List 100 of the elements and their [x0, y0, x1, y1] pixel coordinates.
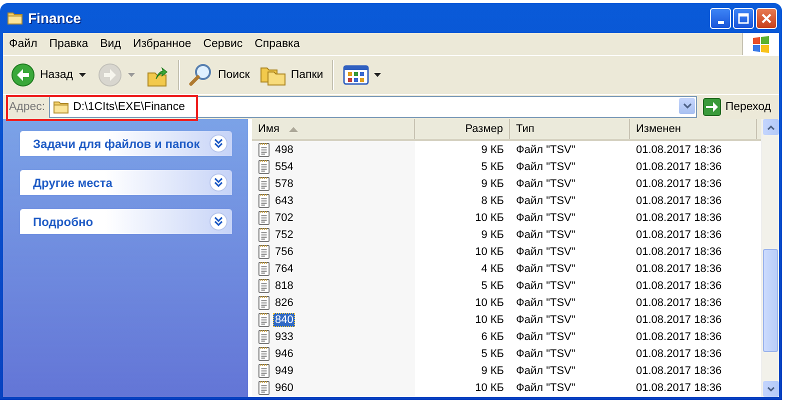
file-name[interactable]: 643: [273, 194, 296, 208]
file-name[interactable]: 498: [273, 142, 296, 156]
file-name[interactable]: 826: [273, 296, 296, 310]
document-icon: [258, 346, 270, 361]
table-cell[interactable]: 643: [252, 192, 415, 209]
panel-header[interactable]: Другие места: [20, 170, 232, 195]
panel-header[interactable]: Подробно: [20, 209, 232, 234]
table-cell[interactable]: 702: [252, 209, 415, 226]
chevron-up-icon: [767, 124, 775, 130]
table-cell-text: 8 КБ: [480, 194, 505, 208]
table-cell-text: Файл "TSV": [515, 364, 576, 378]
table-cell-text: 01.08.2017 18:36: [635, 142, 723, 158]
table-cell-text: Файл "TSV": [515, 296, 576, 310]
table-cell-text: Файл "TSV": [515, 176, 576, 192]
sort-arrow-icon: [289, 126, 298, 132]
table-cell[interactable]: 933: [252, 328, 415, 345]
go-button[interactable]: Переход: [697, 98, 779, 116]
folder-icon: [53, 100, 70, 114]
table-cell-text: 01.08.2017 18:36: [635, 244, 723, 260]
table-cell[interactable]: 554: [252, 158, 415, 175]
caret-icon: [78, 73, 86, 77]
file-name[interactable]: 554: [273, 160, 296, 174]
file-name[interactable]: 818: [273, 278, 296, 292]
column-header[interactable]: Тип: [510, 119, 630, 139]
table-cell[interactable]: 752: [252, 226, 415, 243]
table-cell-text: 01.08.2017 18:36: [635, 160, 723, 174]
document-icon: [258, 210, 270, 225]
windows-logo-icon: [751, 35, 771, 53]
address-label: Адрес:: [8, 101, 46, 113]
file-name[interactable]: 752: [273, 228, 296, 242]
table-cell-text: 01.08.2017 18:36: [635, 380, 723, 396]
document-icon: [258, 142, 270, 157]
maximize-button[interactable]: [733, 8, 754, 28]
document-icon: [258, 227, 270, 242]
close-icon: [761, 12, 772, 24]
menu-item[interactable]: Вид: [94, 38, 127, 50]
column-header[interactable]: Изменен: [630, 119, 757, 139]
folders-button[interactable]: Папки: [256, 62, 328, 88]
address-field[interactable]: D:\1CIts\EXE\Finance: [49, 96, 698, 118]
table-cell-text: 10 КБ: [474, 244, 505, 260]
scroll-down-button[interactable]: [763, 381, 779, 397]
table-cell-text: 9 КБ: [480, 142, 505, 158]
minimize-icon: [718, 20, 724, 24]
table-cell-text: 01.08.2017 18:36: [635, 330, 723, 344]
table-cell-text: Файл "TSV": [515, 346, 576, 362]
scroll-thumb[interactable]: [763, 249, 778, 352]
file-name[interactable]: 756: [273, 244, 296, 258]
search-icon: [188, 63, 213, 87]
table-cell-text: Файл "TSV": [515, 194, 576, 208]
column-header[interactable]: Имя: [252, 119, 415, 139]
table-cell-text: 01.08.2017 18:36: [635, 210, 723, 226]
search-button[interactable]: Поиск: [184, 61, 254, 89]
document-icon: [258, 261, 270, 276]
menu-item[interactable]: Сервис: [197, 38, 249, 50]
table-cell-text: 9 КБ: [480, 176, 505, 192]
back-button[interactable]: Назад: [7, 61, 77, 89]
document-icon: [258, 329, 270, 344]
table-cell[interactable]: 826: [252, 294, 415, 311]
menu-item[interactable]: Избранное: [126, 38, 198, 50]
table-cell-text: Файл "TSV": [515, 312, 576, 328]
file-name[interactable]: 949: [273, 364, 296, 378]
document-icon: [258, 244, 270, 259]
file-name[interactable]: 960: [273, 380, 296, 394]
column-header[interactable]: Размер: [415, 119, 510, 139]
panel-header[interactable]: Задачи для файлов и папок: [20, 131, 232, 156]
file-name[interactable]: 578: [273, 176, 296, 190]
file-name[interactable]: 840: [273, 312, 296, 326]
table-cell-text: 01.08.2017 18:36: [635, 312, 723, 328]
table-cell[interactable]: 818: [252, 277, 415, 294]
chevron-down-icon: [767, 386, 775, 392]
menu-item[interactable]: Правка: [43, 38, 94, 50]
table-cell[interactable]: 949: [252, 362, 415, 379]
file-name[interactable]: 702: [273, 210, 296, 224]
menu-item[interactable]: Файл: [3, 38, 44, 50]
table-cell[interactable]: 764: [252, 260, 415, 277]
table-cell-text: Файл "TSV": [515, 380, 576, 396]
file-name[interactable]: 933: [273, 330, 296, 344]
table-cell[interactable]: 498: [252, 141, 415, 158]
document-icon: [258, 363, 270, 378]
document-icon: [258, 159, 270, 174]
table-cell-text: 5 КБ: [480, 160, 505, 174]
file-name[interactable]: 764: [273, 262, 296, 276]
table-cell[interactable]: 946: [252, 345, 415, 362]
scrollbar[interactable]: [761, 119, 779, 397]
close-button[interactable]: [756, 8, 777, 28]
table-cell-text: 5 КБ: [480, 346, 505, 362]
table-cell[interactable]: 960: [252, 379, 415, 396]
table-cell[interactable]: 756: [252, 243, 415, 260]
table-cell-text: Файл "TSV": [515, 330, 576, 344]
file-name[interactable]: 946: [273, 346, 296, 360]
table-cell-text: 01.08.2017 18:36: [635, 194, 723, 208]
table-cell[interactable]: 578: [252, 175, 415, 192]
dropdown-button[interactable]: [679, 98, 696, 114]
table-cell[interactable]: 840: [252, 311, 415, 328]
table-cell-text: 01.08.2017 18:36: [635, 364, 723, 378]
scroll-up-button[interactable]: [763, 119, 779, 135]
menu-item[interactable]: Справка: [248, 38, 306, 50]
minimize-button[interactable]: [710, 8, 731, 28]
table-cell-text: 5 КБ: [480, 278, 505, 294]
document-icon: [258, 193, 270, 208]
